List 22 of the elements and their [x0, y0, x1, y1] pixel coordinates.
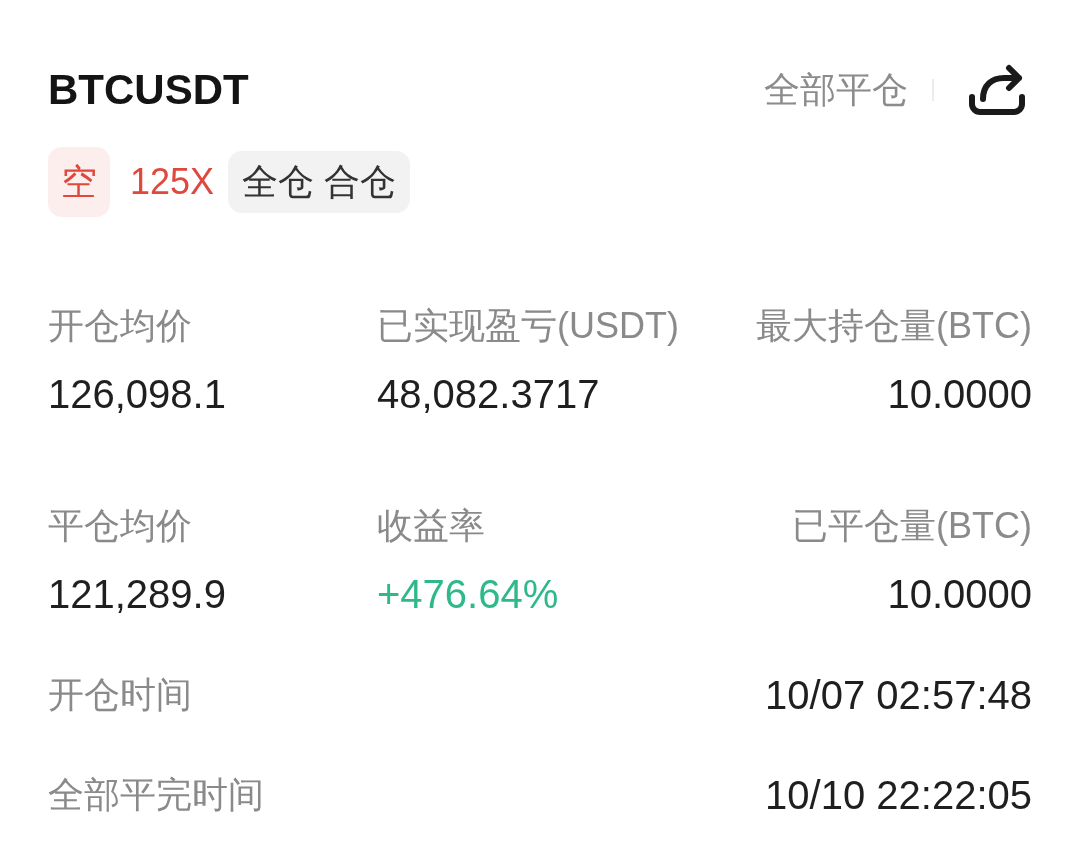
- stat-value: 10.0000: [887, 371, 1032, 418]
- stat-value: 126,098.1: [48, 371, 226, 418]
- detail-label: 开仓时间: [48, 673, 192, 717]
- stat-label: 已平仓量(BTC): [792, 504, 1032, 548]
- detail-value: 10/07 02:57:48: [765, 672, 1032, 719]
- stat-label: 平仓均价: [48, 504, 192, 548]
- symbol-title: BTCUSDT: [48, 65, 249, 115]
- stat-label: 最大持仓量(BTC): [756, 304, 1032, 348]
- stat-value: 10.0000: [887, 571, 1032, 618]
- stat-label: 收益率: [377, 504, 485, 548]
- stat-value: 121,289.9: [48, 571, 226, 618]
- close-all-button[interactable]: 全部平仓: [764, 66, 908, 114]
- margin-mode-tag: 全仓 合仓: [228, 151, 411, 213]
- direction-tag: 空: [48, 147, 110, 217]
- detail-label: 全部平完时间: [48, 773, 264, 817]
- detail-value: 10/10 22:22:05: [765, 772, 1032, 819]
- leverage-text: 125X: [130, 160, 215, 204]
- share-icon[interactable]: [968, 63, 1026, 117]
- stat-label: 开仓均价: [48, 304, 192, 348]
- stat-label: 已实现盈亏(USDT): [377, 304, 679, 348]
- stat-value: 48,082.3717: [377, 371, 600, 418]
- stat-value: +476.64%: [377, 571, 559, 618]
